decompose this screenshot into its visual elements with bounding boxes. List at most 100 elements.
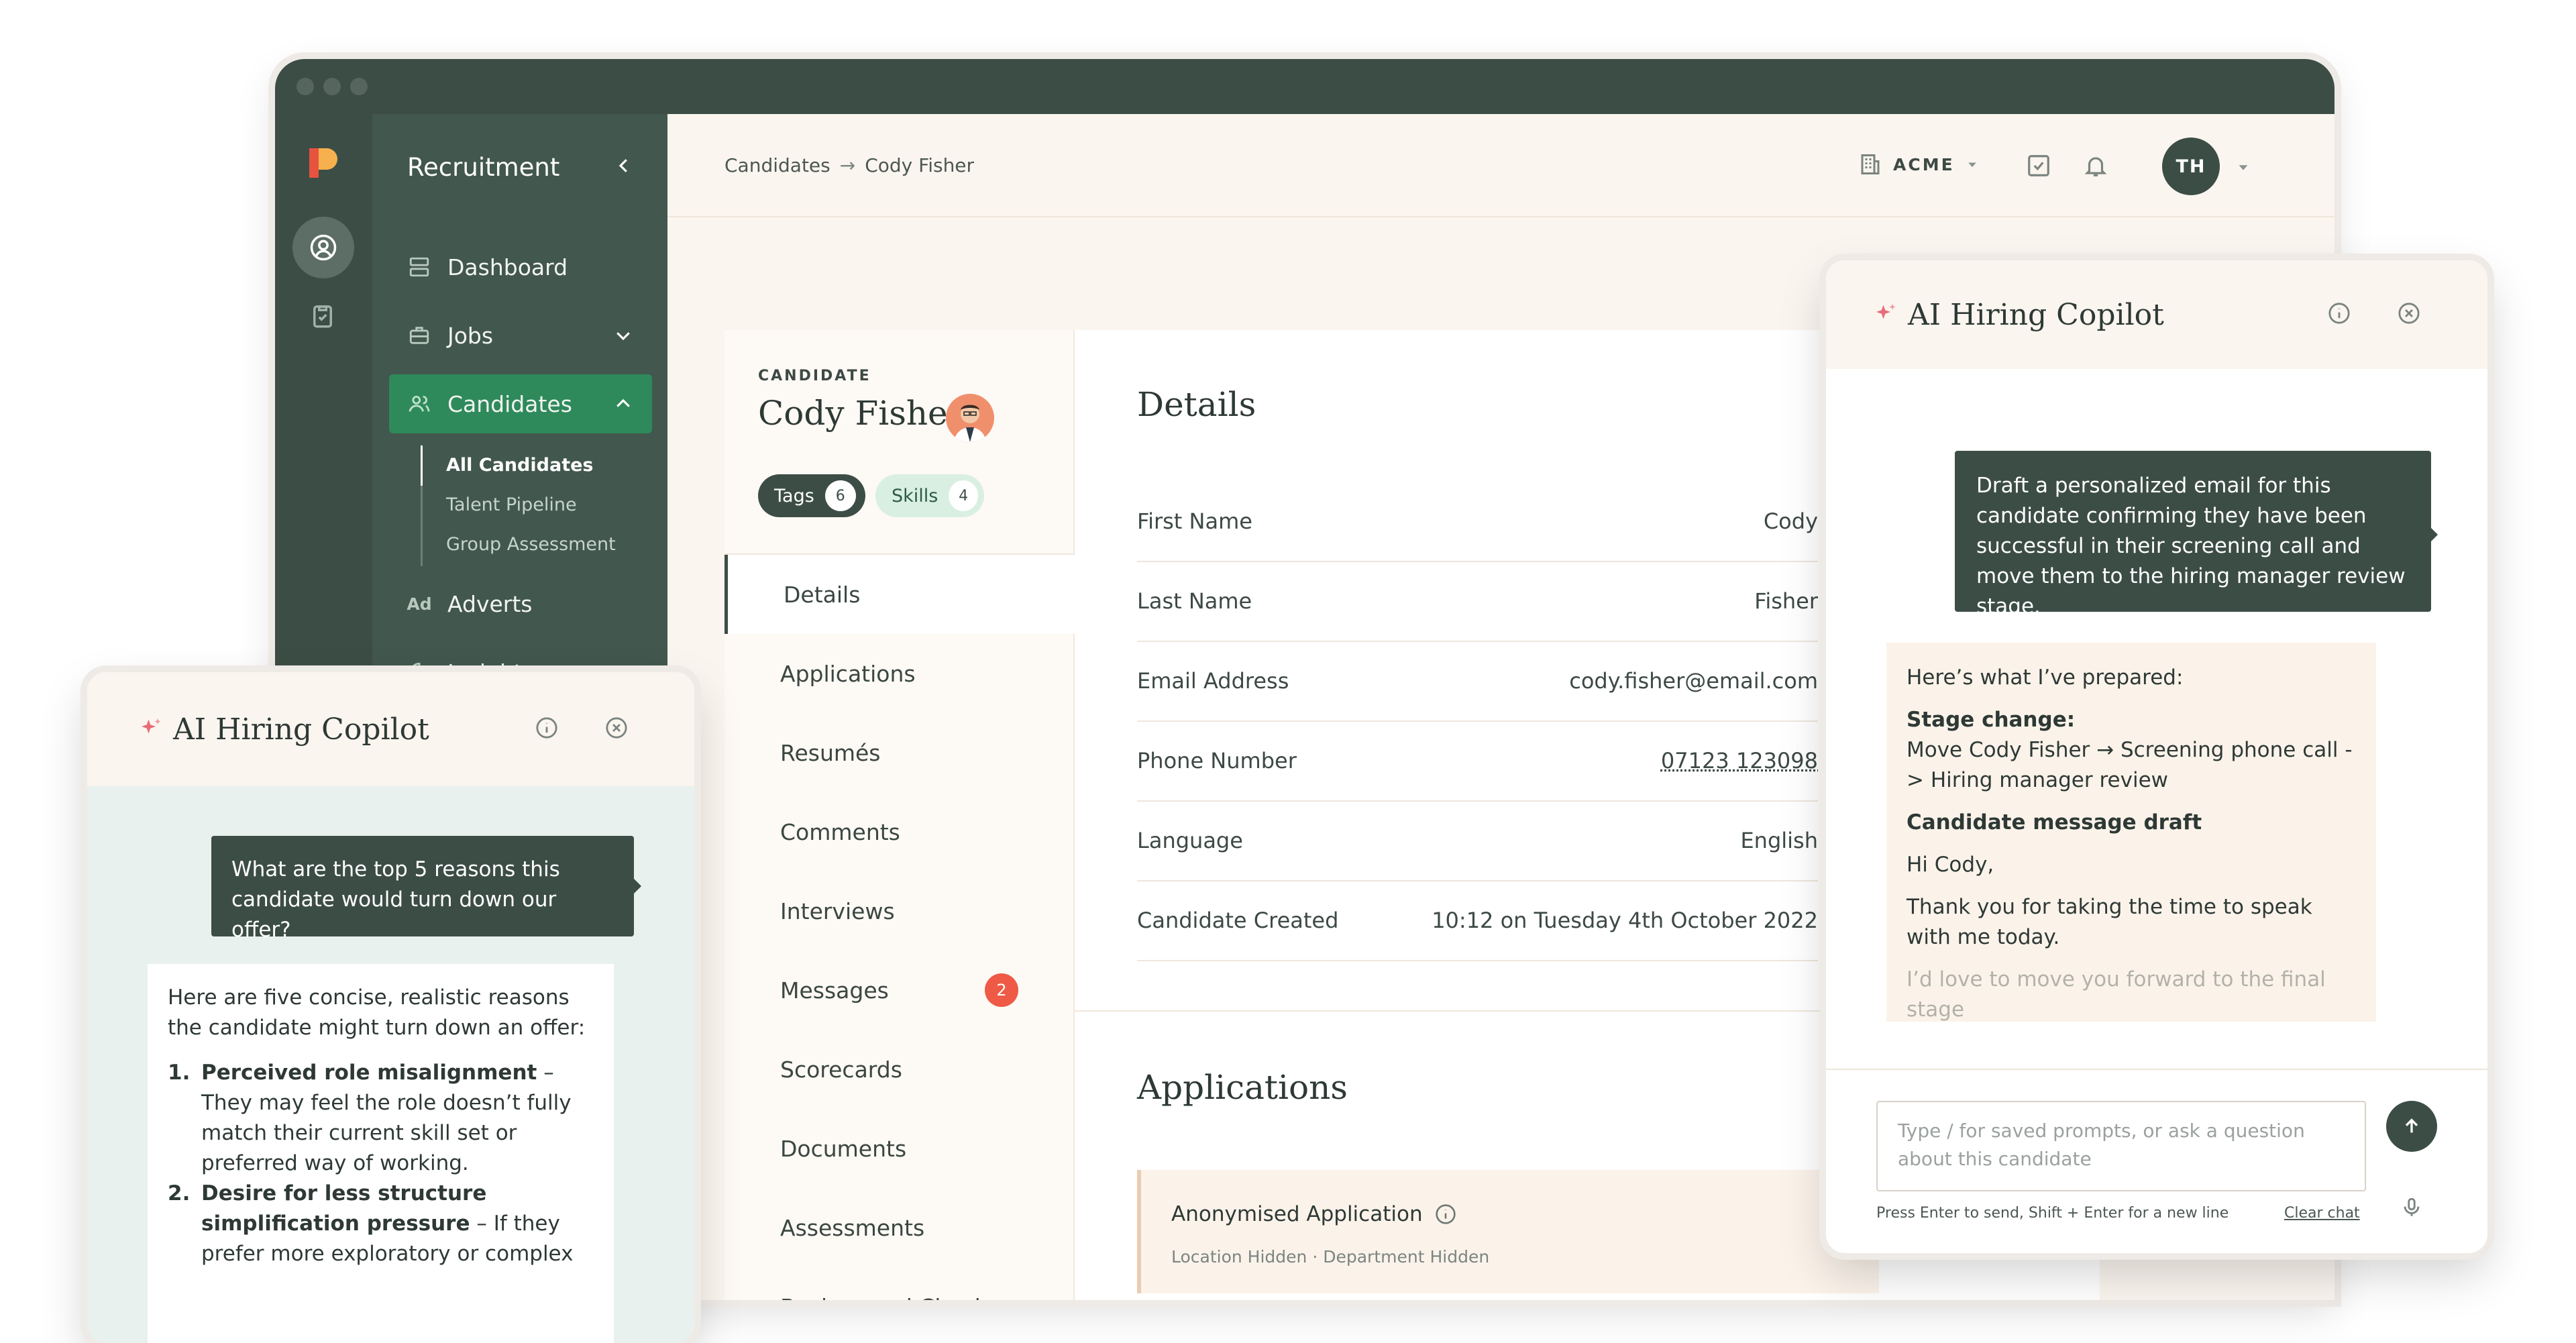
- subnav-group-assessment[interactable]: Group Assessment: [446, 534, 616, 555]
- tab-label: Assessments: [780, 1214, 925, 1241]
- list-item: 1. Perceived role misalignment – They ma…: [168, 1058, 595, 1179]
- draft-body: Thank you for taking the time to speak w…: [1907, 895, 2312, 949]
- users-icon: [409, 395, 430, 412]
- avatar[interactable]: TH: [2162, 138, 2220, 195]
- tags-count: 6: [824, 480, 856, 511]
- tab-label: Messages: [780, 977, 889, 1004]
- detail-row: First Name Cody: [1137, 482, 1818, 562]
- applications-heading: Applications: [1137, 1068, 1348, 1107]
- tab-assessments[interactable]: Assessments: [724, 1188, 1073, 1267]
- detail-value: 10:12 on Tuesday 4th October 2022: [1432, 908, 1818, 933]
- detail-row: Last Name Fisher: [1137, 561, 1818, 642]
- sparkle-icon: [142, 718, 161, 734]
- tab-details[interactable]: Details: [724, 555, 1077, 634]
- detail-label: Language: [1137, 828, 1243, 853]
- tags-pill[interactable]: Tags 6: [758, 474, 865, 517]
- detail-label: First Name: [1137, 508, 1252, 534]
- candidates-rail-button[interactable]: [292, 217, 354, 278]
- microphone-icon[interactable]: [2400, 1196, 2423, 1219]
- close-icon[interactable]: [605, 716, 628, 739]
- tab-comments[interactable]: Comments: [724, 792, 1073, 871]
- stage-heading: Stage change:: [1907, 708, 2076, 732]
- detail-row: Candidate Created 10:12 on Tuesday 4th Oc…: [1137, 881, 1818, 961]
- breadcrumb-arrow: →: [839, 154, 856, 176]
- skills-count: 4: [949, 480, 978, 511]
- tab-label: Interviews: [780, 898, 895, 924]
- ai-intro: Here are five concise, realistic reasons…: [168, 985, 586, 1040]
- bell-icon: [2084, 157, 2107, 176]
- copilot-title: AI Hiring Copilot: [173, 712, 429, 747]
- subnav-active-marker: [421, 445, 423, 486]
- skills-label: Skills: [892, 485, 938, 506]
- sidebar-title: Recruitment: [407, 153, 560, 182]
- sidebar-item-adverts[interactable]: Ad Adverts: [389, 574, 652, 633]
- bubble-tail: [2428, 525, 2438, 544]
- close-icon[interactable]: [2398, 302, 2420, 325]
- user-message-text: What are the top 5 reasons this candidat…: [231, 857, 560, 942]
- tab-applications[interactable]: Applications: [724, 634, 1073, 713]
- subnav-talent-pipeline[interactable]: Talent Pipeline: [446, 494, 577, 515]
- skills-pill[interactable]: Skills 4: [875, 474, 984, 517]
- tab-interviews[interactable]: Interviews: [724, 871, 1073, 951]
- copilot-title: AI Hiring Copilot: [1908, 298, 2164, 332]
- ad-icon: Ad: [407, 594, 432, 614]
- info-icon[interactable]: [1435, 1203, 1456, 1225]
- sidebar-item-candidates[interactable]: Candidates: [389, 374, 652, 433]
- collapse-sidebar-button[interactable]: [614, 156, 634, 178]
- draft-heading: Candidate message draft: [1907, 810, 2202, 835]
- window-minimize-dot[interactable]: [323, 78, 341, 95]
- tab-documents[interactable]: Documents: [724, 1109, 1073, 1188]
- user-circle-icon: [310, 234, 337, 261]
- tab-background-checks[interactable]: Background Checks: [724, 1267, 1073, 1301]
- send-button[interactable]: [2386, 1101, 2437, 1152]
- messages-badge: 2: [985, 973, 1018, 1007]
- top-bar: Candidates → Cody Fisher ACME TH: [667, 114, 2334, 217]
- copilot-panel-right: AI Hiring Copilot Draft a personalized e…: [1826, 260, 2487, 1253]
- tab-label: Background Checks: [780, 1294, 999, 1301]
- window-close-dot[interactable]: [297, 78, 314, 95]
- subnav-all-candidates[interactable]: All Candidates: [446, 455, 593, 476]
- tab-resumes[interactable]: Resumés: [724, 713, 1073, 792]
- tab-label: Applications: [780, 660, 916, 687]
- candidate-eyebrow: CANDIDATE: [758, 368, 871, 384]
- sidebar-item-jobs[interactable]: Jobs: [389, 306, 652, 365]
- ai-response: Here are five concise, realistic reasons…: [148, 964, 614, 1343]
- user-message: What are the top 5 reasons this candidat…: [211, 836, 634, 942]
- info-icon[interactable]: [2328, 302, 2351, 325]
- detail-value[interactable]: cody.fisher@email.com: [1569, 668, 1818, 694]
- tab-label: Scorecards: [780, 1056, 902, 1083]
- application-meta: Location Hidden · Department Hidden: [1171, 1247, 1490, 1267]
- tab-label: Details: [784, 581, 861, 608]
- candidate-sidebar: CANDIDATE Cody Fisher Tags 6 Skills 4 De…: [724, 330, 1077, 1301]
- org-switcher[interactable]: ACME: [1858, 152, 1979, 176]
- tab-label: Resumés: [780, 739, 881, 766]
- details-heading: Details: [1137, 385, 1256, 424]
- detail-value: Fisher: [1754, 588, 1818, 614]
- chevron-left-icon: [619, 159, 627, 172]
- draft-body-faded: I’d love to move you forward to the fina…: [1907, 967, 2326, 1022]
- notifications-button[interactable]: [2083, 153, 2108, 181]
- detail-value[interactable]: 07123 123098: [1661, 748, 1818, 773]
- info-icon[interactable]: [535, 716, 558, 739]
- org-name: ACME: [1893, 154, 1955, 174]
- chat-input[interactable]: Type / for saved prompts, or ask a quest…: [1876, 1101, 2366, 1191]
- breadcrumb-root[interactable]: Candidates: [724, 154, 830, 176]
- application-item[interactable]: Anonymised Application Location Hidden ·…: [1137, 1170, 1879, 1293]
- detail-row: Phone Number 07123 123098: [1137, 721, 1818, 802]
- candidate-photo: [946, 394, 994, 442]
- detail-value: Cody: [1763, 508, 1818, 534]
- clear-chat-link[interactable]: Clear chat: [2284, 1205, 2360, 1222]
- tab-scorecards[interactable]: Scorecards: [724, 1030, 1073, 1109]
- tab-messages[interactable]: Messages 2: [724, 951, 1073, 1030]
- sidebar-item-dashboard[interactable]: Dashboard: [389, 237, 652, 297]
- building-icon: [1861, 154, 1880, 174]
- window-maximize-dot[interactable]: [350, 78, 368, 95]
- sidebar-item-label: Adverts: [447, 590, 533, 617]
- caret-down-icon[interactable]: [2236, 160, 2251, 174]
- list-number: 2.: [168, 1181, 191, 1205]
- detail-value: English: [1740, 828, 1818, 853]
- tasks-rail-button[interactable]: [309, 302, 337, 333]
- checkbox-icon: [2028, 155, 2049, 176]
- list-item-bold: Perceived role misalignment: [201, 1061, 537, 1085]
- tasks-button[interactable]: [2026, 153, 2051, 181]
